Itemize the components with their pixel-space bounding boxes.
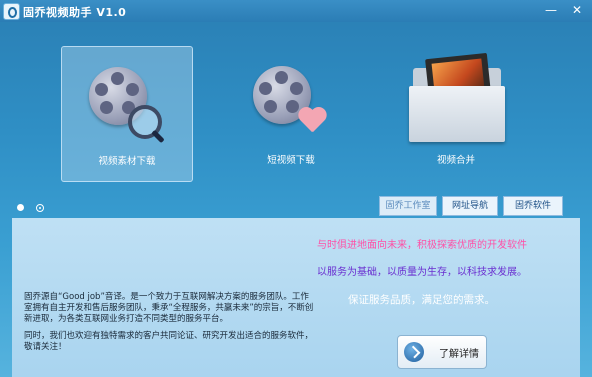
heart-icon xyxy=(297,108,327,136)
tile-video-material-download[interactable]: 视频素材下载 xyxy=(61,46,193,182)
page-dot-2[interactable] xyxy=(36,204,44,212)
app-logo-icon xyxy=(3,3,20,20)
slogan-quality: 保证服务品质，满足您的需求。 xyxy=(348,294,495,306)
learn-more-button[interactable]: 了解详情 xyxy=(397,335,487,369)
tile-label: 视频素材下载 xyxy=(98,156,156,167)
intro-text: 固乔源自“Good job”音译。是一个致力于互联网解决方案的服务团队。工作室拥… xyxy=(24,292,314,324)
tile-label: 视频合并 xyxy=(436,155,475,166)
tile-video-merge[interactable]: 视频合并 xyxy=(391,46,521,180)
page-dot-1[interactable] xyxy=(17,204,24,211)
slogan-innovation: 与时俱进地面向未来，积极探索优质的开发软件 xyxy=(317,240,527,251)
minimize-button[interactable]: — xyxy=(540,1,562,19)
tab-software[interactable]: 固乔软件 xyxy=(503,196,563,216)
arrow-circle-icon xyxy=(404,342,424,362)
learn-more-label: 了解详情 xyxy=(439,349,479,360)
window-title: 固乔视频助手 V1.0 xyxy=(23,6,127,19)
title-bar: 固乔视频助手 V1.0 — ✕ xyxy=(0,0,592,22)
app-window: 固乔视频助手 V1.0 — ✕ 视频素材下载 短视频下载 视频合并 固乔工作室 … xyxy=(0,0,592,377)
tile-short-video-download[interactable]: 短视频下载 xyxy=(226,46,356,180)
tab-url-nav[interactable]: 网址导航 xyxy=(442,196,498,216)
tile-label: 短视频下载 xyxy=(267,155,315,166)
slogan-service: 以服务为基础，以质量为生存，以科技求发展。 xyxy=(317,267,527,278)
welcome-text: 同时，我们也欢迎有独特需求的客户共同论证、研究开发出适合的服务软件，敬请关注！ xyxy=(24,331,314,352)
tab-studio[interactable]: 固乔工作室 xyxy=(379,196,437,216)
close-button[interactable]: ✕ xyxy=(566,1,588,19)
